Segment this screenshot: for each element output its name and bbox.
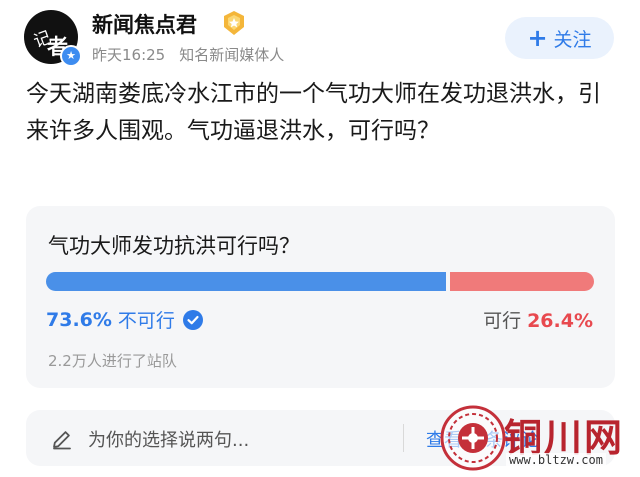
poll-participants: 2.2万人进行了站队 xyxy=(48,352,177,370)
poll-option-1-percent: 73.6% xyxy=(46,308,112,331)
poll-option-1[interactable]: 73.6% 不可行 xyxy=(46,306,203,333)
post-time: 昨天16:25 xyxy=(92,46,166,64)
poll-option-2[interactable]: 可行 26.4% xyxy=(483,306,593,333)
poll-option-2-label: 可行 xyxy=(483,310,522,332)
follow-label: 关注 xyxy=(553,28,592,51)
poll-question: 气功大师发功抗洪可行吗？ xyxy=(48,234,300,258)
author-name[interactable]: 新闻焦点君 xyxy=(92,9,197,39)
verified-star-icon: ★ xyxy=(60,45,82,67)
check-circle-icon xyxy=(182,309,203,330)
plus-icon: + xyxy=(527,24,548,52)
divider xyxy=(403,424,404,452)
pen-icon xyxy=(53,431,71,450)
medal-icon xyxy=(224,11,244,35)
poll-bar-option-2[interactable] xyxy=(450,272,594,291)
comment-input[interactable]: 为你的选择说两句... xyxy=(88,426,249,452)
follow-button[interactable]: + 关注 xyxy=(505,17,614,59)
seal-logo-icon xyxy=(440,405,506,471)
poll-option-2-percent: 26.4% xyxy=(527,310,593,332)
poll-bar-option-1[interactable] xyxy=(46,272,446,291)
post-meta: 昨天16:25 知名新闻媒体人 xyxy=(92,44,284,65)
poll-option-1-label: 不可行 xyxy=(117,310,175,332)
poll-card: 气功大师发功抗洪可行吗？ 73.6% 不可行 可行 26.4% 2.2万人进行了站… xyxy=(26,206,615,388)
author-tag: 知名新闻媒体人 xyxy=(179,46,285,64)
site-watermark: 铜川网 www.bltzw.com xyxy=(440,405,640,477)
post-text: 今天湖南娄底冷水江市的一个气功大师在发功退洪水，引来许多人围观。气功逼退洪水，可… xyxy=(26,81,601,144)
watermark-url: www.bltzw.com xyxy=(506,453,606,467)
